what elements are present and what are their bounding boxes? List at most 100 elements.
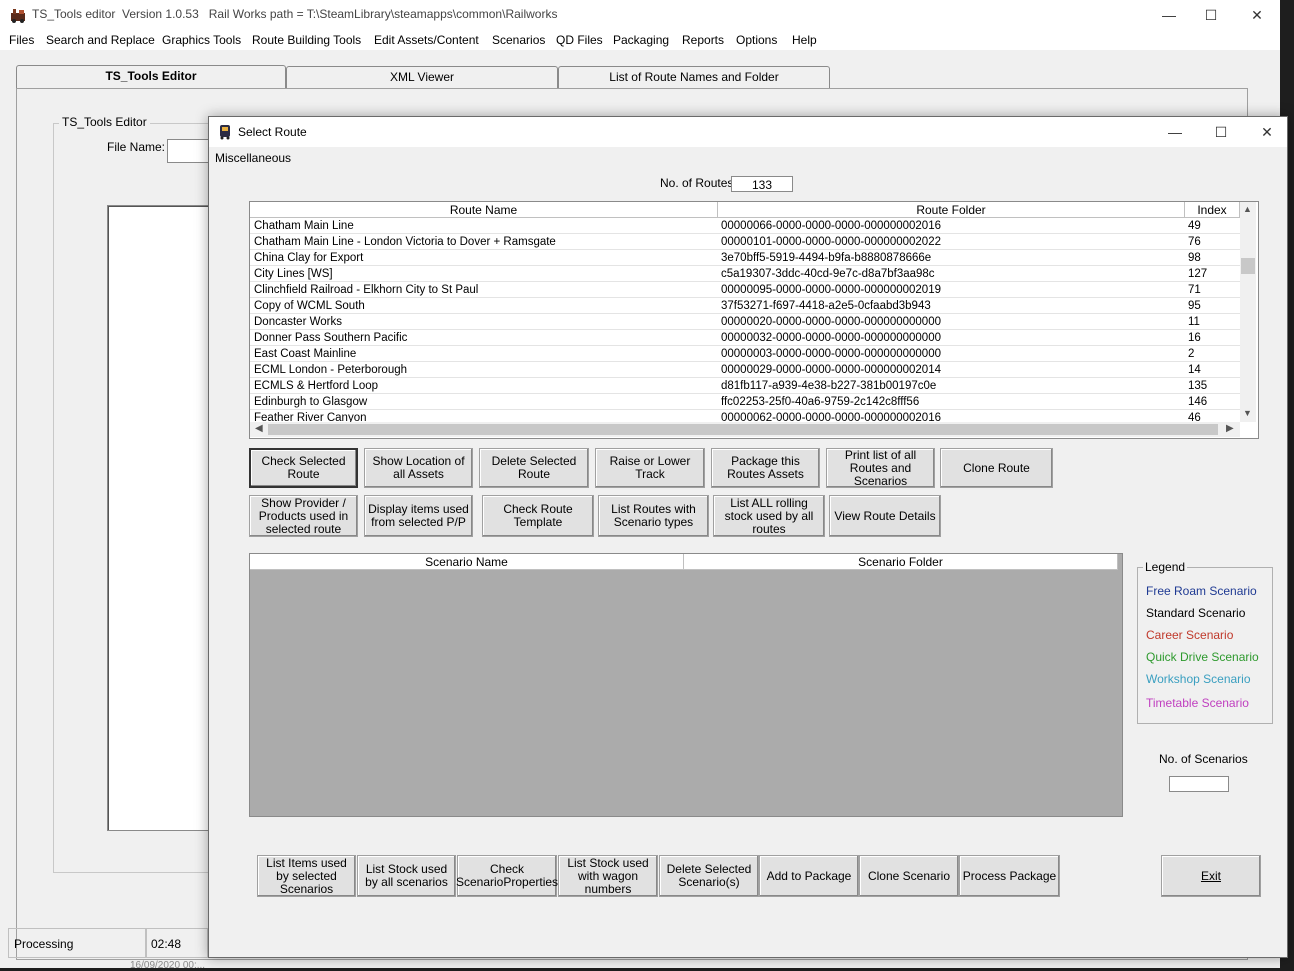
route-name-cell: ECMLS & Hertford Loop xyxy=(254,380,379,392)
status-time-panel: 02:48 xyxy=(146,928,208,958)
route-grid-hscroll[interactable]: ◀ ▶ xyxy=(250,422,1240,437)
tab-xml-viewer[interactable]: XML Viewer xyxy=(286,66,558,89)
show-location-assets-button[interactable]: Show Location of all Assets xyxy=(364,448,473,488)
file-name-label: File Name: xyxy=(107,140,166,154)
column-route-name[interactable]: Route Name xyxy=(250,202,718,218)
menu-search-replace[interactable]: Search and Replace xyxy=(46,33,155,47)
menu-graphics-tools[interactable]: Graphics Tools xyxy=(162,33,241,47)
scenario-grid[interactable]: Scenario Name Scenario Folder xyxy=(249,553,1123,817)
route-grid[interactable]: Route Name Route Folder Index Chatham Ma… xyxy=(249,201,1259,439)
check-route-template-button[interactable]: Check Route Template xyxy=(482,495,594,537)
route-grid-vscroll[interactable]: ▲ ▼ xyxy=(1240,202,1256,422)
route-index-cell: 16 xyxy=(1188,332,1201,344)
route-row[interactable]: Feather River Canyon 00000062-0000-0000-0… xyxy=(250,410,1240,422)
menu-files[interactable]: Files xyxy=(9,33,34,47)
route-row[interactable]: ECML London - Peterborough 00000029-0000-… xyxy=(250,362,1240,378)
menu-options[interactable]: Options xyxy=(736,33,777,47)
routes-count-field: 133 xyxy=(731,176,793,192)
list-routes-scenario-types-button[interactable]: List Routes with Scenario types xyxy=(598,495,709,537)
route-row[interactable]: Doncaster Works 00000020-0000-0000-0000-0… xyxy=(250,314,1240,330)
tab-ts-tools-editor[interactable]: TS_Tools Editor xyxy=(16,65,286,90)
route-name-cell: China Clay for Export xyxy=(254,252,364,264)
scroll-down-icon[interactable]: ▼ xyxy=(1243,408,1252,418)
list-stock-all-scenarios-button[interactable]: List Stock used by all scenarios xyxy=(357,855,456,897)
window-title: TS_Tools editor Version 1.0.53 Rail Work… xyxy=(32,7,558,21)
dialog-minimize-button[interactable]: — xyxy=(1152,117,1198,147)
list-stock-wagon-numbers-button[interactable]: List Stock used with wagon numbers xyxy=(558,855,658,897)
package-route-assets-button[interactable]: Package this Routes Assets xyxy=(711,448,820,488)
exit-button[interactable]: Exit xyxy=(1161,855,1261,897)
menu-help[interactable]: Help xyxy=(792,33,817,47)
vscroll-thumb[interactable] xyxy=(1241,258,1255,274)
scenarios-count-label: No. of Scenarios xyxy=(1159,752,1248,766)
show-provider-products-button[interactable]: Show Provider / Products used in selecte… xyxy=(249,495,358,537)
menu-miscellaneous[interactable]: Miscellaneous xyxy=(215,151,291,165)
column-scenario-name[interactable]: Scenario Name xyxy=(250,554,684,570)
legend-workshop: Workshop Scenario xyxy=(1146,672,1251,686)
route-row[interactable]: Chatham Main Line 00000066-0000-0000-0000… xyxy=(250,218,1240,234)
legend-box: Free Roam Scenario Standard Scenario Car… xyxy=(1137,567,1273,724)
raise-lower-track-button[interactable]: Raise or Lower Track xyxy=(595,448,705,488)
process-package-button[interactable]: Process Package xyxy=(959,855,1060,897)
tab-route-names[interactable]: List of Route Names and Folder xyxy=(558,66,830,89)
close-button[interactable]: ✕ xyxy=(1234,0,1280,30)
route-name-cell: Clinchfield Railroad - Elkhorn City to S… xyxy=(254,284,479,296)
route-row[interactable]: East Coast Mainline 00000003-0000-0000-00… xyxy=(250,346,1240,362)
hscroll-thumb[interactable] xyxy=(268,424,1218,435)
route-row[interactable]: Donner Pass Southern Pacific 00000032-000… xyxy=(250,330,1240,346)
route-folder-cell: c5a19307-3ddc-40cd-9e7c-d8a7bf3aa98c xyxy=(721,268,935,280)
legend-free-roam: Free Roam Scenario xyxy=(1146,584,1257,598)
list-all-rolling-stock-button[interactable]: List ALL rolling stock used by all route… xyxy=(713,495,825,537)
column-route-folder[interactable]: Route Folder xyxy=(718,202,1185,218)
route-index-cell: 98 xyxy=(1188,252,1201,264)
route-row[interactable]: China Clay for Export 3e70bff5-5919-4494-… xyxy=(250,250,1240,266)
minimize-button[interactable]: — xyxy=(1146,0,1192,30)
column-scenario-folder[interactable]: Scenario Folder xyxy=(684,554,1118,570)
clone-scenario-button[interactable]: Clone Scenario xyxy=(859,855,959,897)
check-selected-route-button[interactable]: Check Selected Route xyxy=(249,448,358,488)
route-index-cell: 11 xyxy=(1188,316,1200,328)
dialog-maximize-button[interactable]: ☐ xyxy=(1198,117,1244,147)
list-items-selected-scenarios-button[interactable]: List Items used by selected Scenarios xyxy=(257,855,356,897)
route-row[interactable]: ECMLS & Hertford Loop d81fb117-a939-4e38-… xyxy=(250,378,1240,394)
delete-selected-route-button[interactable]: Delete Selected Route xyxy=(479,448,589,488)
route-row[interactable]: City Lines [WS] c5a19307-3ddc-40cd-9e7c-d… xyxy=(250,266,1240,282)
check-scenario-properties-button[interactable]: Check ScenarioProperties xyxy=(456,855,558,897)
route-rows: Chatham Main Line 00000066-0000-0000-0000… xyxy=(250,218,1240,422)
menu-edit-assets[interactable]: Edit Assets/Content xyxy=(374,33,479,47)
view-route-details-button[interactable]: View Route Details xyxy=(829,495,941,537)
route-row[interactable]: Copy of WCML South 37f53271-f697-4418-a2e… xyxy=(250,298,1240,314)
menu-reports[interactable]: Reports xyxy=(682,33,724,47)
route-row[interactable]: Clinchfield Railroad - Elkhorn City to S… xyxy=(250,282,1240,298)
status-processing-panel: Processing xyxy=(8,928,146,958)
menu-packaging[interactable]: Packaging xyxy=(613,33,669,47)
legend-timetable: Timetable Scenario xyxy=(1146,696,1249,710)
menu-scenarios[interactable]: Scenarios xyxy=(492,33,545,47)
route-index-cell: 46 xyxy=(1188,412,1201,422)
legend-title: Legend xyxy=(1143,560,1188,574)
route-row[interactable]: Edinburgh to Glasgow ffc02253-25f0-40a6-9… xyxy=(250,394,1240,410)
legend-standard: Standard Scenario xyxy=(1146,606,1246,620)
route-row[interactable]: Chatham Main Line - London Victoria to D… xyxy=(250,234,1240,250)
dialog-close-button[interactable]: ✕ xyxy=(1244,117,1290,147)
status-time: 02:48 xyxy=(151,937,182,951)
route-index-cell: 135 xyxy=(1188,380,1208,392)
print-routes-scenarios-button[interactable]: Print list of all Routes and Scenarios xyxy=(826,448,935,488)
maximize-button[interactable]: ☐ xyxy=(1188,0,1234,30)
delete-selected-scenarios-button[interactable]: Delete Selected Scenario(s) xyxy=(659,855,759,897)
menu-qd-files[interactable]: QD Files xyxy=(556,33,603,47)
add-to-package-button[interactable]: Add to Package xyxy=(759,855,859,897)
scroll-up-icon[interactable]: ▲ xyxy=(1243,204,1252,214)
column-index[interactable]: Index xyxy=(1185,202,1240,218)
status-bottom-text: 16/09/2020 00:... xyxy=(130,960,206,971)
scroll-left-icon[interactable]: ◀ xyxy=(255,423,263,434)
editor-text-area[interactable] xyxy=(107,205,219,831)
train-icon xyxy=(220,125,230,140)
clone-route-button[interactable]: Clone Route xyxy=(940,448,1053,488)
route-folder-cell: 00000032-0000-0000-0000-000000000000 xyxy=(721,332,941,344)
route-index-cell: 49 xyxy=(1188,220,1201,232)
editor-group-title: TS_Tools Editor xyxy=(59,115,150,129)
display-items-pp-button[interactable]: Display items used from selected P/P xyxy=(364,495,473,537)
scroll-right-icon[interactable]: ▶ xyxy=(1226,423,1234,434)
menu-route-building-tools[interactable]: Route Building Tools xyxy=(252,33,361,47)
